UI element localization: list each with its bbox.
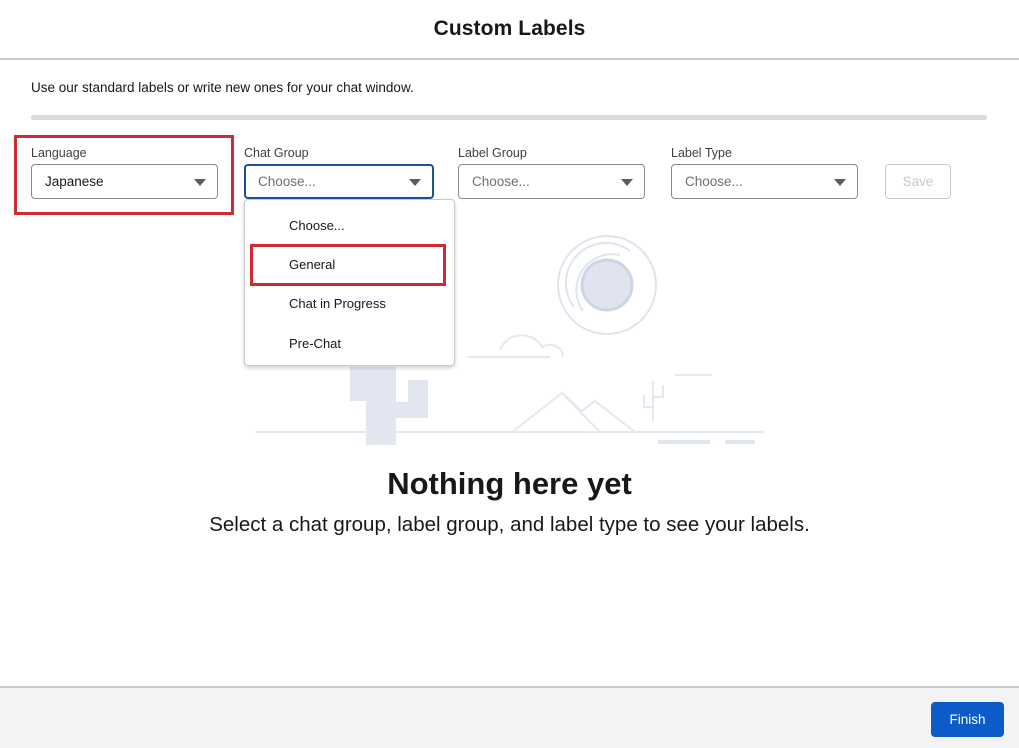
divider <box>31 115 987 120</box>
modal-title: Custom Labels <box>433 17 586 40</box>
triangle-down-icon <box>834 178 846 186</box>
chat-group-label: Chat Group <box>244 146 309 160</box>
label-type-select-value: Choose... <box>685 174 743 189</box>
label-type-select[interactable]: Choose... <box>671 164 858 199</box>
language-label: Language <box>31 146 87 160</box>
chat-group-select[interactable]: Choose... <box>244 164 434 199</box>
chat-group-dropdown: Choose... General Chat in Progress Pre-C… <box>244 199 455 366</box>
intro-text: Use our standard labels or write new one… <box>31 80 414 95</box>
label-group-select[interactable]: Choose... <box>458 164 645 199</box>
dropdown-option-general[interactable]: General <box>245 246 454 282</box>
label-type-field: Label Type Choose... <box>671 145 858 199</box>
triangle-down-icon <box>621 178 633 186</box>
chat-group-select-value: Choose... <box>258 174 316 189</box>
empty-state-subtitle: Select a chat group, label group, and la… <box>209 513 810 536</box>
label-group-select-value: Choose... <box>472 174 530 189</box>
label-group-label: Label Group <box>458 146 527 160</box>
empty-state-title: Nothing here yet <box>387 466 632 501</box>
dropdown-option-chat-in-progress[interactable]: Chat in Progress <box>245 285 454 321</box>
dropdown-option-choose[interactable]: Choose... <box>245 207 454 243</box>
save-button[interactable]: Save <box>885 164 951 199</box>
modal-header: Custom Labels <box>0 0 1019 60</box>
chat-group-field: Chat Group Choose... <box>244 145 434 199</box>
label-group-field: Label Group Choose... <box>458 145 645 199</box>
dropdown-option-pre-chat[interactable]: Pre-Chat <box>245 325 454 361</box>
modal-footer <box>0 686 1019 748</box>
label-type-label: Label Type <box>671 146 732 160</box>
triangle-down-icon <box>194 178 206 186</box>
language-select[interactable]: Japanese <box>31 164 218 199</box>
finish-button[interactable]: Finish <box>931 702 1004 737</box>
triangle-down-icon <box>409 178 421 186</box>
language-select-value: Japanese <box>45 174 104 189</box>
language-field: Language Japanese <box>31 145 218 199</box>
